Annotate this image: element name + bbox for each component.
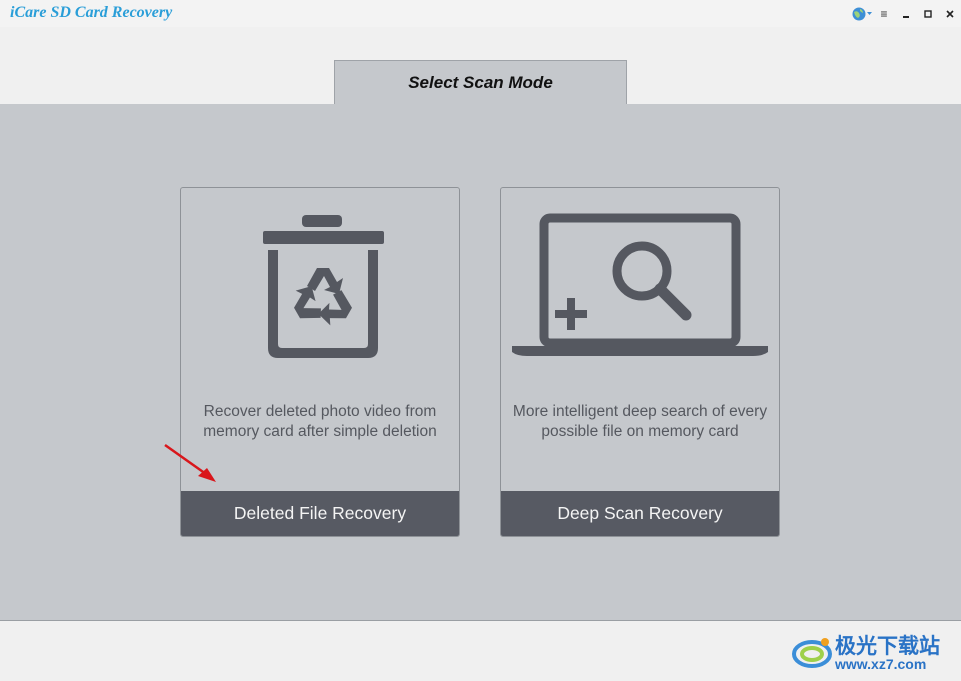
deep-scan-recovery-button[interactable]: Deep Scan Recovery: [501, 491, 779, 536]
close-icon: [946, 9, 954, 18]
watermark-logo-icon: [792, 638, 832, 668]
watermark: 极光下载站 www.xz7.com: [791, 630, 951, 675]
minimize-icon: [903, 15, 909, 18]
red-arrow-icon: [164, 443, 216, 482]
main-panel: [0, 104, 961, 621]
deep-scan-recovery-card[interactable]: More intelligent deep search of every po…: [500, 187, 780, 537]
minimize-button[interactable]: [895, 0, 917, 27]
menu-button[interactable]: ≡: [873, 0, 895, 27]
menu-icon: ≡: [880, 6, 888, 21]
card-description: More intelligent deep search of every po…: [512, 403, 768, 440]
maximize-button[interactable]: [917, 0, 939, 27]
watermark-line2: www.xz7.com: [835, 656, 927, 672]
tab-select-scan-mode[interactable]: Select Scan Mode: [334, 60, 627, 104]
laptop-search-icon: [512, 213, 768, 356]
deleted-file-recovery-button[interactable]: Deleted File Recovery: [181, 491, 459, 536]
title-bar: iCare SD Card Recovery ≡: [0, 0, 961, 27]
maximize-icon: [924, 9, 932, 18]
deleted-file-recovery-card[interactable]: Recover deleted photo video from memory …: [180, 187, 460, 537]
language-button[interactable]: [851, 0, 873, 27]
recycle-bin-icon: [263, 215, 384, 358]
close-button[interactable]: [939, 0, 961, 27]
globe-icon: [852, 7, 872, 20]
card-description: Recover deleted photo video from memory …: [203, 403, 437, 440]
window-controls: ≡: [851, 0, 961, 27]
app-title: iCare SD Card Recovery: [10, 4, 173, 21]
